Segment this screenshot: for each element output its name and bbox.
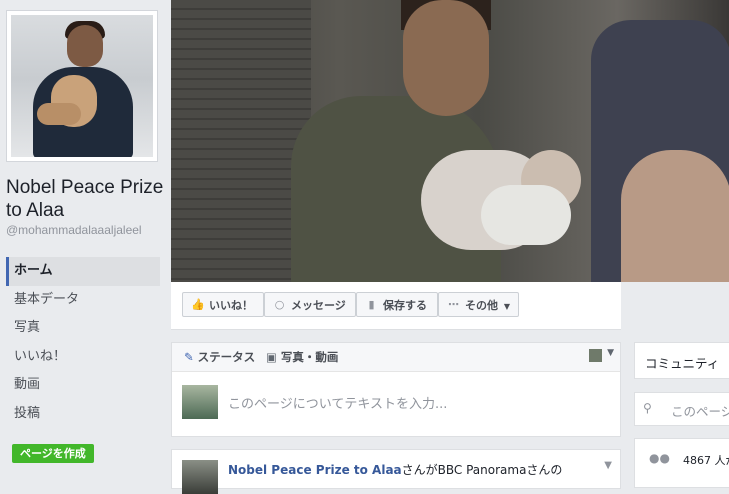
page-search-input[interactable]: このページ	[671, 401, 729, 420]
like-page-button[interactable]: 👍 いいね！	[182, 292, 264, 317]
community-heading[interactable]: コミュニティ	[645, 353, 719, 372]
tab-status[interactable]: ✎ ステータス	[184, 349, 255, 365]
page-handle[interactable]: @mohammadalaaaljaleel	[6, 223, 142, 237]
nav-item-photos[interactable]: 写真	[6, 314, 160, 343]
page-search[interactable]: ⚲ このページ	[634, 392, 729, 426]
more-button[interactable]: ⋯ その他 ▼	[438, 292, 519, 317]
post-composer: ✎ ステータス ▣ 写真・動画 ▼ このページについてテキストを入力...	[171, 342, 621, 437]
likes-count: 4867 人が	[683, 454, 729, 467]
bookmark-icon: ▮	[368, 298, 375, 311]
like-label: いいね！	[209, 299, 253, 312]
page-action-bar: 👍 いいね！ ○ メッセージ ▮ 保存する ⋯ その他 ▼	[171, 282, 621, 330]
nav-item-videos[interactable]: 動画	[6, 371, 160, 400]
tab-status-label: ステータス	[197, 350, 256, 364]
profile-photo	[11, 15, 153, 157]
profile-picture[interactable]	[6, 10, 158, 162]
community-card: コミュニティ	[634, 342, 729, 379]
nav-item-about[interactable]: 基本データ	[6, 286, 160, 315]
speech-bubble-icon: ○	[274, 298, 285, 311]
tab-photo-label: 写真・動画	[280, 350, 339, 364]
message-label: メッセージ	[291, 299, 346, 312]
search-icon: ⚲	[643, 401, 652, 415]
save-button[interactable]: ▮ 保存する	[356, 292, 438, 317]
post-author-avatar[interactable]	[182, 460, 218, 494]
avatar	[182, 385, 218, 419]
thumbs-up-icon: 👍	[191, 298, 205, 311]
chevron-down-icon: ▼	[503, 302, 510, 311]
composer-tabs: ✎ ステータス ▣ 写真・動画 ▼	[172, 343, 620, 372]
message-button[interactable]: ○ メッセージ	[264, 292, 356, 317]
composer-input[interactable]: このページについてテキストを入力...	[228, 393, 447, 412]
chevron-down-icon[interactable]: ▼	[604, 460, 612, 471]
feed-post: Nobel Peace Prize to AlaaさんがBBC Panorama…	[171, 449, 621, 494]
people-icon: ●●	[649, 451, 670, 465]
post-header-text: さんがBBC Panoramaさんの	[401, 463, 563, 477]
likes-card: ●● 4867 人が	[634, 438, 729, 488]
page-title[interactable]: Nobel Peace Prize to Alaa	[6, 176, 166, 222]
ellipsis-icon: ⋯	[448, 298, 459, 311]
page-nav: ホーム 基本データ 写真 いいね！ 動画 投稿	[6, 257, 160, 428]
post-author-link[interactable]: Nobel Peace Prize to Alaa	[228, 463, 402, 477]
nav-item-posts[interactable]: 投稿	[6, 400, 160, 429]
cover-photo[interactable]	[171, 0, 729, 282]
nav-item-likes[interactable]: いいね！	[6, 343, 160, 372]
save-label: 保存する	[383, 299, 427, 312]
tab-photo-video[interactable]: ▣ 写真・動画	[266, 349, 338, 365]
more-label: その他	[465, 299, 498, 312]
camera-icon: ▣	[266, 350, 277, 364]
chevron-down-icon[interactable]: ▼	[607, 348, 614, 358]
post-header: Nobel Peace Prize to AlaaさんがBBC Panorama…	[228, 461, 562, 478]
create-page-button[interactable]: ページを作成	[12, 444, 94, 463]
pencil-icon: ✎	[184, 350, 194, 364]
nav-item-home[interactable]: ホーム	[6, 257, 160, 286]
posting-as-avatar[interactable]	[589, 349, 602, 362]
